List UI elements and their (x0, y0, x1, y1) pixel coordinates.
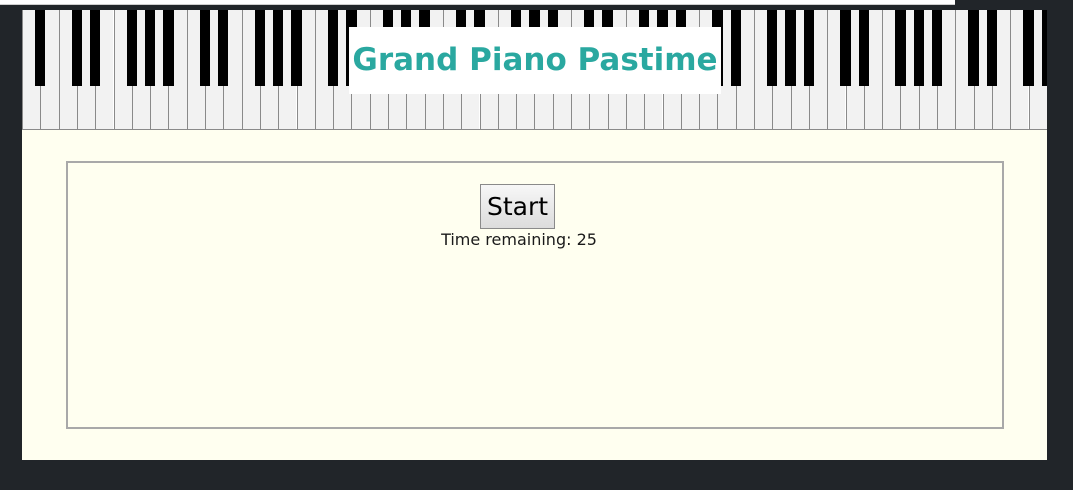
black-key (144, 10, 156, 86)
black-key (273, 10, 284, 86)
black-key (1023, 10, 1034, 86)
black-key (858, 10, 869, 86)
black-key (90, 10, 101, 86)
game-area: Start Time remaining: 25 (66, 161, 1004, 429)
piano-keyboard-header: Grand Piano Pastime (22, 10, 1047, 130)
black-key (986, 10, 997, 86)
black-key (803, 10, 814, 86)
black-key (767, 10, 778, 86)
time-remaining-value: 25 (576, 230, 597, 249)
black-key (35, 10, 46, 86)
black-key (291, 10, 302, 86)
black-key (785, 10, 796, 86)
browser-top-strip (0, 0, 1073, 10)
main-content: Start Time remaining: 25 (22, 130, 1047, 460)
black-key (913, 10, 924, 86)
start-button[interactable]: Start (480, 184, 555, 229)
title-box: Grand Piano Pastime (349, 27, 721, 94)
timer-label: Time remaining: (441, 230, 572, 249)
black-key (895, 10, 906, 86)
timer: Time remaining: 25 (68, 230, 970, 249)
black-key (126, 10, 137, 86)
black-key (327, 10, 339, 86)
black-key (254, 10, 265, 86)
black-key (931, 10, 943, 86)
browser-bar-edge (0, 0, 955, 5)
black-key (199, 10, 211, 86)
black-key (163, 10, 174, 86)
page-title: Grand Piano Pastime (352, 42, 718, 78)
black-key (71, 10, 82, 86)
black-key (218, 10, 229, 86)
black-key (730, 10, 741, 86)
black-key (1041, 10, 1047, 86)
black-key (840, 10, 851, 86)
black-key (968, 10, 979, 86)
